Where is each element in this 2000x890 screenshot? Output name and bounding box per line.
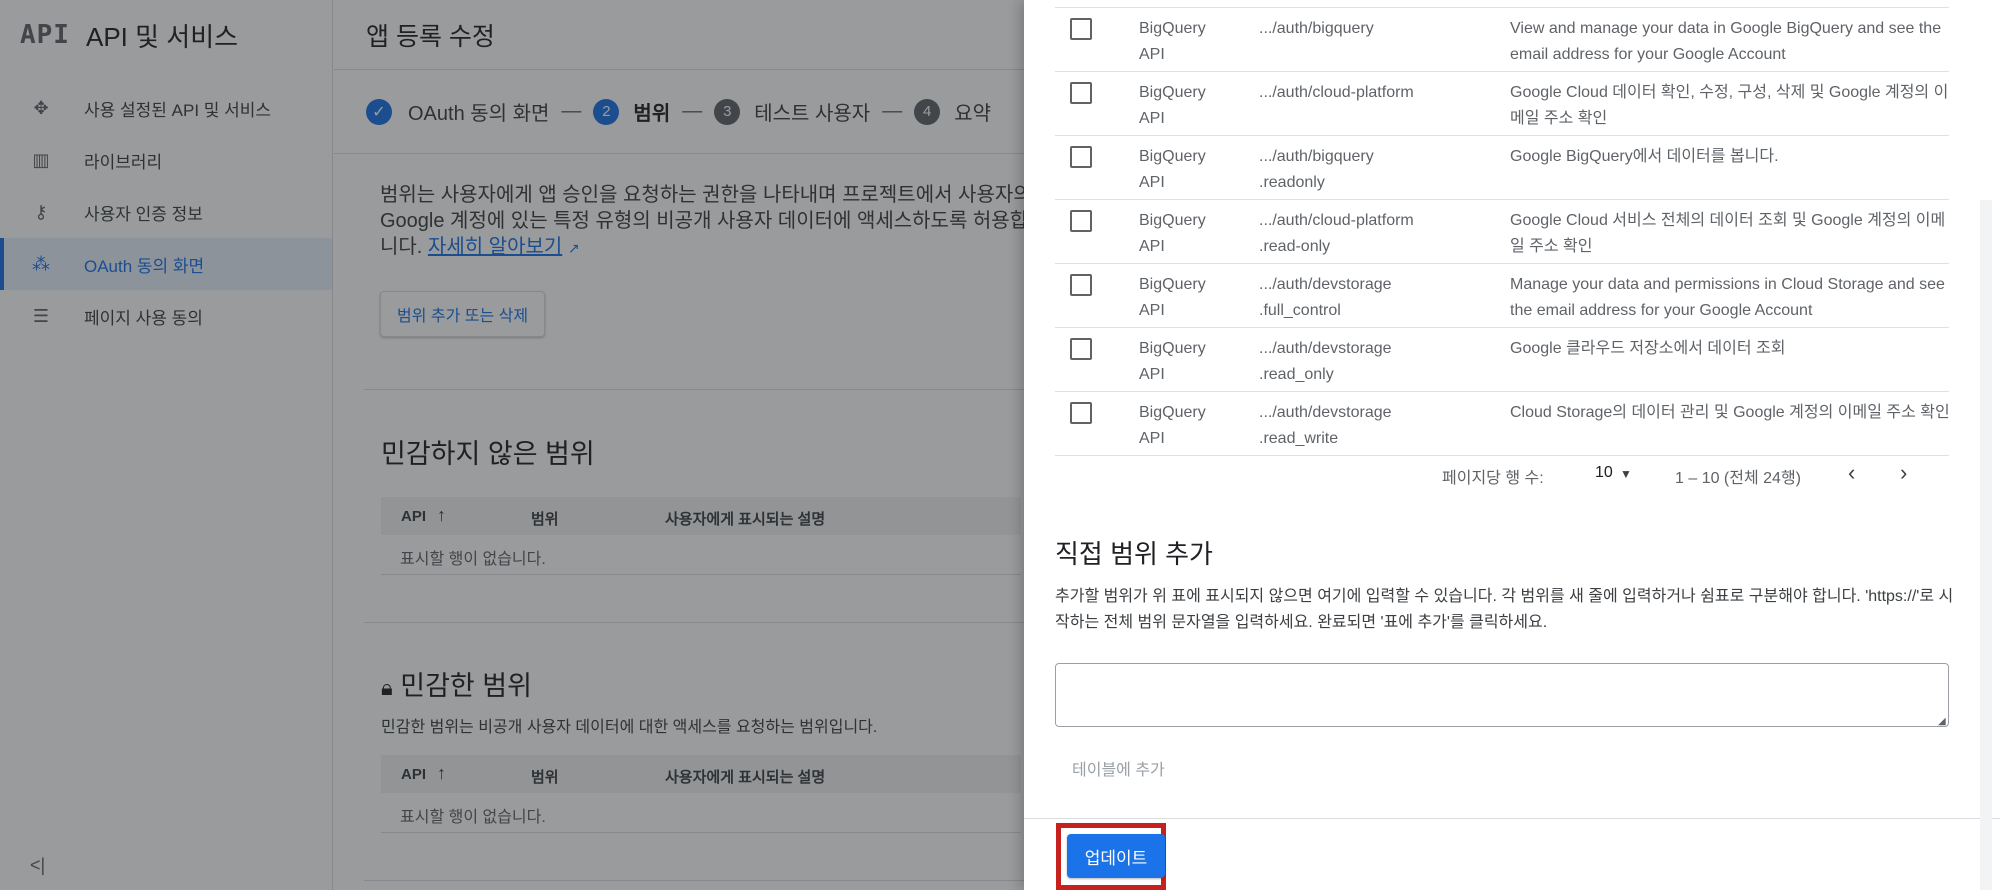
scope-line: .../auth/devstorage bbox=[1259, 276, 1392, 293]
table-row: BigQuery API .../auth/cloud-platform Goo… bbox=[1055, 71, 1949, 135]
scope-line: .../auth/cloud-platform bbox=[1259, 212, 1414, 229]
cell-user-desc: Google 클라우드 저장소에서 데이터 조회 bbox=[1510, 340, 1786, 357]
update-scopes-panel: BigQuery API .../auth/bigquery View and … bbox=[1024, 0, 2000, 890]
cell-scope: .../auth/bigquery bbox=[1259, 16, 1459, 42]
manual-scope-textarea[interactable] bbox=[1055, 663, 1949, 727]
cell-api: BigQuery API bbox=[1139, 404, 1206, 447]
scope-line: .full_control bbox=[1259, 302, 1341, 319]
row-checkbox[interactable] bbox=[1070, 274, 1092, 296]
manual-scope-title: 직접 범위 추가 bbox=[1055, 539, 1213, 569]
rows-per-page-label: 페이지당 행 수: bbox=[1442, 470, 1544, 487]
scope-line: .../auth/cloud-platform bbox=[1259, 84, 1414, 101]
row-checkbox[interactable] bbox=[1070, 18, 1092, 40]
scope-line: .read-only bbox=[1259, 238, 1331, 255]
scrollbar[interactable] bbox=[1980, 200, 1992, 890]
cell-user-desc: Manage your data and permissions in Clou… bbox=[1510, 276, 1945, 319]
scope-line: .readonly bbox=[1259, 174, 1325, 191]
update-button[interactable]: 업데이트 bbox=[1067, 834, 1165, 878]
table-row: BigQuery API .../auth/devstorage .read_on… bbox=[1055, 327, 1949, 391]
cell-api: BigQuery API bbox=[1139, 276, 1206, 319]
cell-scope: .../auth/devstorage .read_write bbox=[1259, 400, 1459, 452]
cell-api: BigQuery API bbox=[1139, 84, 1206, 127]
cell-user-desc: Google Cloud 데이터 확인, 수정, 구성, 삭제 및 Google… bbox=[1510, 84, 1949, 127]
manual-scope-desc: 추가할 범위가 위 표에 표시되지 않으면 여기에 입력할 수 있습니다. 각 … bbox=[1055, 588, 1954, 631]
scope-line: .../auth/devstorage bbox=[1259, 340, 1392, 357]
add-to-table-button[interactable]: 테이블에 추가 bbox=[1072, 756, 1165, 780]
scope-line: .../auth/bigquery bbox=[1259, 148, 1374, 165]
next-page-icon[interactable]: › bbox=[1900, 460, 1907, 486]
cell-user-desc: Google Cloud 서비스 전체의 데이터 조회 및 Google 계정의… bbox=[1510, 212, 1946, 255]
cell-scope: .../auth/cloud-platform .read-only bbox=[1259, 208, 1459, 260]
scope-line: .read_write bbox=[1259, 430, 1339, 447]
table-row: BigQuery API .../auth/devstorage .full_co… bbox=[1055, 263, 1949, 327]
cell-scope: .../auth/cloud-platform bbox=[1259, 80, 1459, 106]
cell-scope: .../auth/devstorage .full_control bbox=[1259, 272, 1459, 324]
rows-per-page-select[interactable]: 10 bbox=[1595, 464, 1613, 482]
cell-api: BigQuery API bbox=[1139, 340, 1206, 383]
row-checkbox[interactable] bbox=[1070, 210, 1092, 232]
cell-scope: .../auth/bigquery .readonly bbox=[1259, 144, 1459, 196]
page-range: 1 – 10 (전체 24행) bbox=[1675, 470, 1801, 487]
cell-user-desc: View and manage your data in Google BigQ… bbox=[1510, 20, 1942, 63]
scope-line: .../auth/bigquery bbox=[1259, 20, 1374, 37]
table-row: BigQuery API .../auth/cloud-platform .rea… bbox=[1055, 199, 1949, 263]
dropdown-arrow-icon[interactable]: ▼ bbox=[1620, 467, 1632, 481]
cell-api: BigQuery API bbox=[1139, 20, 1206, 63]
cell-user-desc: Google BigQuery에서 데이터를 봅니다. bbox=[1510, 148, 1779, 165]
row-checkbox[interactable] bbox=[1070, 146, 1092, 168]
footer-divider bbox=[1024, 818, 2000, 819]
scopes-table: BigQuery API .../auth/bigquery View and … bbox=[1055, 7, 1950, 456]
table-row: BigQuery API .../auth/bigquery .readonly … bbox=[1055, 135, 1949, 199]
row-checkbox[interactable] bbox=[1070, 402, 1092, 424]
scope-line: .read_only bbox=[1259, 366, 1334, 383]
scope-line: .../auth/devstorage bbox=[1259, 404, 1392, 421]
cell-user-desc: Cloud Storage의 데이터 관리 및 Google 계정의 이메일 주… bbox=[1510, 404, 1950, 421]
row-checkbox[interactable] bbox=[1070, 338, 1092, 360]
cell-api: BigQuery API bbox=[1139, 212, 1206, 255]
pagination: 페이지당 행 수: 10 ▼ 1 – 10 (전체 24행) ‹ › bbox=[1024, 454, 2000, 494]
prev-page-icon[interactable]: ‹ bbox=[1848, 460, 1855, 486]
cell-api: BigQuery API bbox=[1139, 148, 1206, 191]
cell-scope: .../auth/devstorage .read_only bbox=[1259, 336, 1459, 388]
table-row: BigQuery API .../auth/bigquery View and … bbox=[1055, 7, 1949, 71]
row-checkbox[interactable] bbox=[1070, 82, 1092, 104]
table-row: BigQuery API .../auth/devstorage .read_wr… bbox=[1055, 391, 1950, 455]
